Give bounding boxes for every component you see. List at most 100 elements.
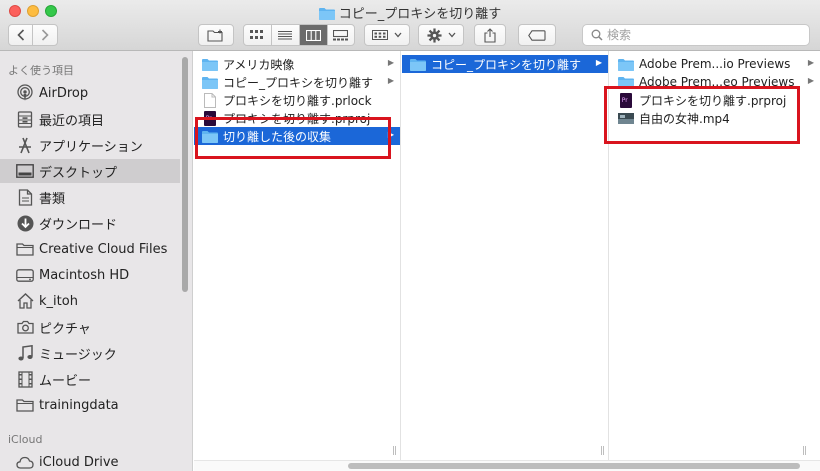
- list-item-label: Adobe Prem...eo Previews: [639, 75, 795, 89]
- share-icon: [484, 27, 496, 43]
- premiere-project-icon: Pr: [618, 92, 634, 108]
- sidebar-item-label: 書類: [39, 191, 66, 207]
- list-item[interactable]: Adobe Prem...eo Previews ▶: [610, 73, 820, 91]
- view-mode-control: [243, 24, 355, 46]
- sidebar-item-label: AirDrop: [39, 85, 89, 101]
- applications-icon: [16, 136, 34, 154]
- column-resize-handle[interactable]: ||: [600, 446, 605, 456]
- folder-icon: [618, 75, 634, 89]
- camera-icon: [16, 318, 34, 336]
- svg-text:Pr: Pr: [622, 97, 629, 104]
- new-folder-icon: [207, 29, 223, 42]
- sidebar-item-home[interactable]: k_itoh: [0, 289, 180, 313]
- column-1: アメリカ映像 ▶ コピー_プロキシを切り離す ▶ プロキシを切り離す.prloc…: [194, 51, 401, 460]
- view-list-icon: [278, 30, 293, 40]
- music-icon: [16, 344, 34, 362]
- list-item-label: Adobe Prem...io Previews: [639, 57, 791, 71]
- chevron-left-icon: [16, 29, 24, 41]
- share-button[interactable]: [474, 24, 506, 46]
- column-resize-handle[interactable]: ||: [802, 446, 807, 456]
- list-item[interactable]: コピー_プロキシを切り離す ▶: [194, 73, 400, 91]
- back-forward-control: [8, 24, 58, 46]
- list-item-label: コピー_プロキシを切り離す: [431, 57, 582, 72]
- list-item[interactable]: アメリカ映像 ▶: [194, 55, 400, 73]
- sidebar-item-label: iCloud Drive: [39, 454, 119, 470]
- list-item-label: コピー_プロキシを切り離す: [223, 75, 374, 90]
- sidebar-item-label: Macintosh HD: [39, 267, 130, 283]
- sidebar-item-label: デスクトップ: [39, 165, 118, 181]
- sidebar-item-movies[interactable]: ムービー: [0, 367, 180, 391]
- video-thumbnail-icon: [618, 111, 634, 125]
- new-folder-button[interactable]: [198, 24, 234, 46]
- sidebar-item-trainingdata[interactable]: trainingdata: [0, 393, 180, 417]
- search-icon: [591, 29, 603, 41]
- list-item-label: 切り離した後の収集: [223, 129, 332, 144]
- folder-icon: [16, 396, 34, 414]
- view-gallery-button[interactable]: [328, 25, 354, 45]
- sidebar-item-macintosh-hd[interactable]: Macintosh HD: [0, 263, 180, 287]
- sidebar-item-pictures[interactable]: ピクチャ: [0, 315, 180, 339]
- sidebar-item-recents[interactable]: 最近の項目: [0, 107, 180, 131]
- search-input[interactable]: [607, 28, 787, 42]
- group-button[interactable]: [364, 24, 410, 46]
- list-item[interactable]: 切り離した後の収集 ▶: [194, 127, 400, 145]
- disclosure-arrow-icon: ▶: [807, 76, 814, 85]
- sidebar-item-label: ピクチャ: [39, 321, 91, 337]
- folder-icon: [202, 75, 218, 89]
- folder-icon: [618, 57, 634, 71]
- sidebar-item-icloud-drive[interactable]: iCloud Drive: [0, 450, 180, 471]
- sidebar-item-creative-cloud-files[interactable]: Creative Cloud Files: [0, 237, 180, 261]
- list-item[interactable]: Adobe Prem...io Previews ▶: [610, 55, 820, 73]
- sidebar-item-label: k_itoh: [39, 293, 78, 309]
- sidebar-item-label: ミュージック: [39, 347, 117, 363]
- sidebar-item-applications[interactable]: アプリケーション: [0, 133, 180, 157]
- desktop-icon: [16, 162, 34, 180]
- premiere-project-icon: Pr: [202, 110, 218, 126]
- sidebar-item-documents[interactable]: 書類: [0, 185, 180, 209]
- column-resize-handle[interactable]: ||: [392, 446, 397, 456]
- sidebar-item-label: ムービー: [39, 373, 92, 389]
- search-field[interactable]: [582, 24, 810, 46]
- list-item[interactable]: 自由の女神.mp4: [610, 109, 820, 127]
- sidebar-item-downloads[interactable]: ダウンロード: [0, 211, 180, 235]
- view-list-button[interactable]: [272, 25, 300, 45]
- list-item[interactable]: Pr プロキシを切り離す.prproj: [194, 109, 400, 127]
- list-item[interactable]: コピー_プロキシを切り離す ▶: [402, 55, 608, 73]
- list-item-label: プロキシを切り離す.prproj: [639, 93, 787, 108]
- downloads-icon: [16, 214, 34, 232]
- list-item[interactable]: Pr プロキシを切り離す.prproj: [610, 91, 820, 109]
- sidebar-item-music[interactable]: ミュージック: [0, 341, 180, 365]
- view-icons-button[interactable]: [244, 25, 272, 45]
- forward-button[interactable]: [33, 25, 57, 45]
- list-item-label: 自由の女神.mp4: [639, 111, 730, 126]
- view-columns-button[interactable]: [299, 25, 328, 45]
- horizontal-scrollbar[interactable]: [194, 460, 820, 471]
- sidebar-item-desktop[interactable]: デスクトップ: [0, 159, 180, 183]
- disclosure-arrow-icon: ▶: [387, 76, 394, 85]
- sidebar-scrollbar[interactable]: [182, 57, 188, 292]
- view-icons-icon: [250, 30, 264, 39]
- back-button[interactable]: [9, 25, 34, 45]
- action-button[interactable]: [418, 24, 464, 46]
- folder-icon: [410, 57, 426, 71]
- disclosure-arrow-icon: ▶: [595, 58, 602, 67]
- disclosure-arrow-icon: ▶: [387, 130, 394, 139]
- home-icon: [16, 292, 34, 310]
- group-icon: [372, 30, 388, 40]
- window-title: コピー_プロキシを切り離す: [0, 3, 820, 24]
- folder-icon: [202, 57, 218, 71]
- list-item-label: プロキシを切り離す.prlock: [223, 93, 372, 108]
- tag-button[interactable]: [518, 24, 556, 46]
- sidebar-item-airdrop[interactable]: AirDrop: [0, 81, 180, 105]
- harddisk-icon: [16, 266, 34, 284]
- chevron-down-icon: [394, 32, 402, 38]
- chevron-down-icon: [448, 32, 455, 38]
- list-item[interactable]: プロキシを切り離す.prlock: [194, 91, 400, 109]
- chevron-right-icon: [41, 29, 49, 41]
- folder-icon: [318, 7, 335, 24]
- horizontal-scrollbar-thumb[interactable]: [348, 463, 800, 469]
- window-title-text: コピー_プロキシを切り離す: [338, 7, 502, 22]
- cloud-icon: [16, 453, 34, 471]
- sidebar-item-label: アプリケーション: [39, 139, 143, 155]
- documents-icon: [16, 188, 34, 206]
